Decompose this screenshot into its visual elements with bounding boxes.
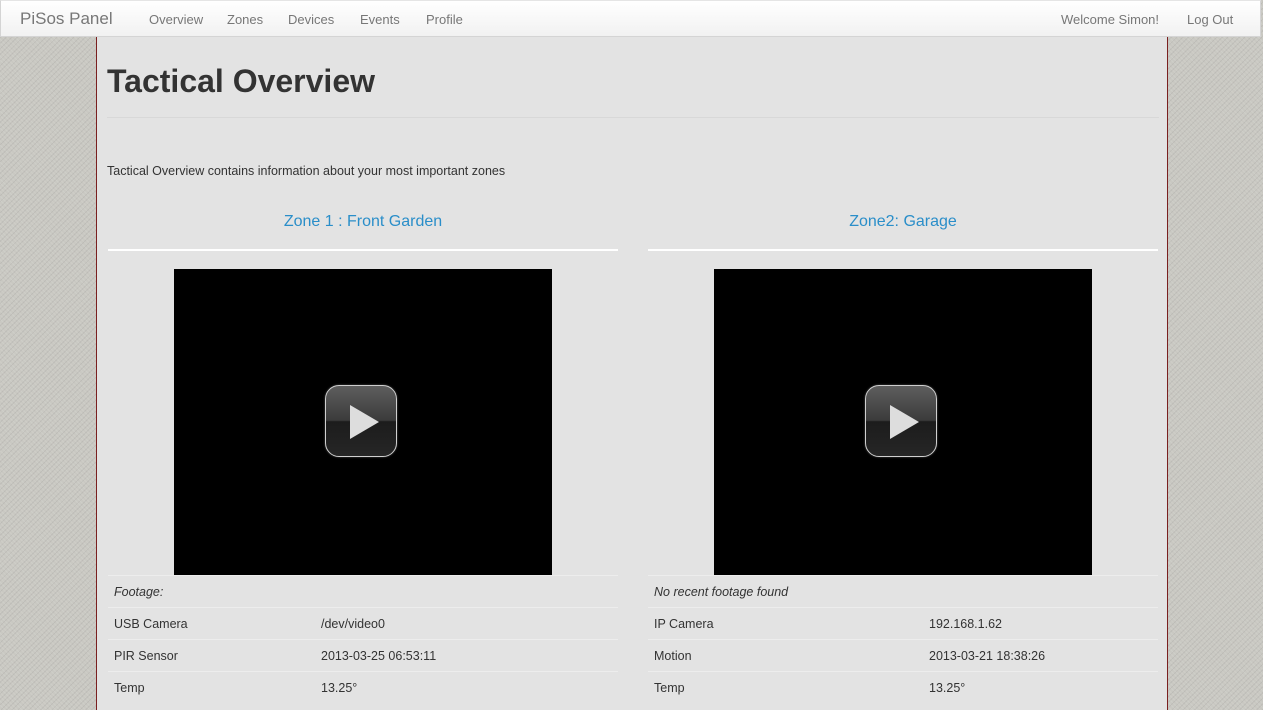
- zone-info-table: No recent footage found IP Camera 192.16…: [648, 575, 1158, 704]
- device-value: 192.168.1.62: [923, 607, 1158, 640]
- footage-label: Footage:: [108, 575, 618, 608]
- title-divider: [107, 117, 1159, 118]
- device-label: Temp: [108, 671, 315, 704]
- footage-label: No recent footage found: [648, 575, 1158, 608]
- video-player[interactable]: [174, 269, 552, 575]
- video-player[interactable]: [714, 269, 1092, 575]
- device-label: IP Camera: [648, 607, 923, 640]
- table-row: Temp 13.25°: [108, 671, 618, 704]
- table-row: Motion 2013-03-21 18:38:26: [648, 639, 1158, 672]
- device-value: 2013-03-25 06:53:11: [315, 639, 618, 672]
- nav-zones[interactable]: Zones: [227, 12, 263, 27]
- logout-link[interactable]: Log Out: [1187, 12, 1233, 27]
- main-content: Tactical Overview Tactical Overview cont…: [96, 37, 1168, 710]
- table-row: PIR Sensor 2013-03-25 06:53:11: [108, 639, 618, 672]
- table-row: Temp 13.25°: [648, 671, 1158, 704]
- brand-logo[interactable]: PiSos Panel: [20, 9, 113, 29]
- table-row: IP Camera 192.168.1.62: [648, 607, 1158, 640]
- play-icon: [350, 405, 379, 439]
- intro-text: Tactical Overview contains information a…: [107, 164, 506, 178]
- nav-profile[interactable]: Profile: [426, 12, 463, 27]
- table-row: Footage:: [108, 575, 618, 608]
- device-label: Temp: [648, 671, 923, 704]
- device-label: PIR Sensor: [108, 639, 315, 672]
- table-row: No recent footage found: [648, 575, 1158, 608]
- zone-divider: [648, 249, 1158, 251]
- page-title: Tactical Overview: [107, 63, 375, 99]
- nav-events[interactable]: Events: [360, 12, 400, 27]
- zone-info-table: Footage: USB Camera /dev/video0 PIR Sens…: [108, 575, 618, 704]
- play-button[interactable]: [865, 385, 937, 457]
- nav-overview[interactable]: Overview: [149, 12, 203, 27]
- device-value: /dev/video0: [315, 607, 618, 640]
- device-value: 13.25°: [923, 671, 1158, 704]
- zone-divider: [108, 249, 618, 251]
- device-value: 13.25°: [315, 671, 618, 704]
- device-label: USB Camera: [108, 607, 315, 640]
- device-label: Motion: [648, 639, 923, 672]
- welcome-user[interactable]: Welcome Simon!: [1061, 12, 1159, 27]
- play-button[interactable]: [325, 385, 397, 457]
- top-navbar: PiSos Panel Overview Zones Devices Event…: [0, 0, 1261, 37]
- zone-title[interactable]: Zone 1 : Front Garden: [108, 213, 618, 231]
- device-value: 2013-03-21 18:38:26: [923, 639, 1158, 672]
- play-icon: [890, 405, 919, 439]
- zone-title[interactable]: Zone2: Garage: [648, 213, 1158, 231]
- table-row: USB Camera /dev/video0: [108, 607, 618, 640]
- nav-devices[interactable]: Devices: [288, 12, 334, 27]
